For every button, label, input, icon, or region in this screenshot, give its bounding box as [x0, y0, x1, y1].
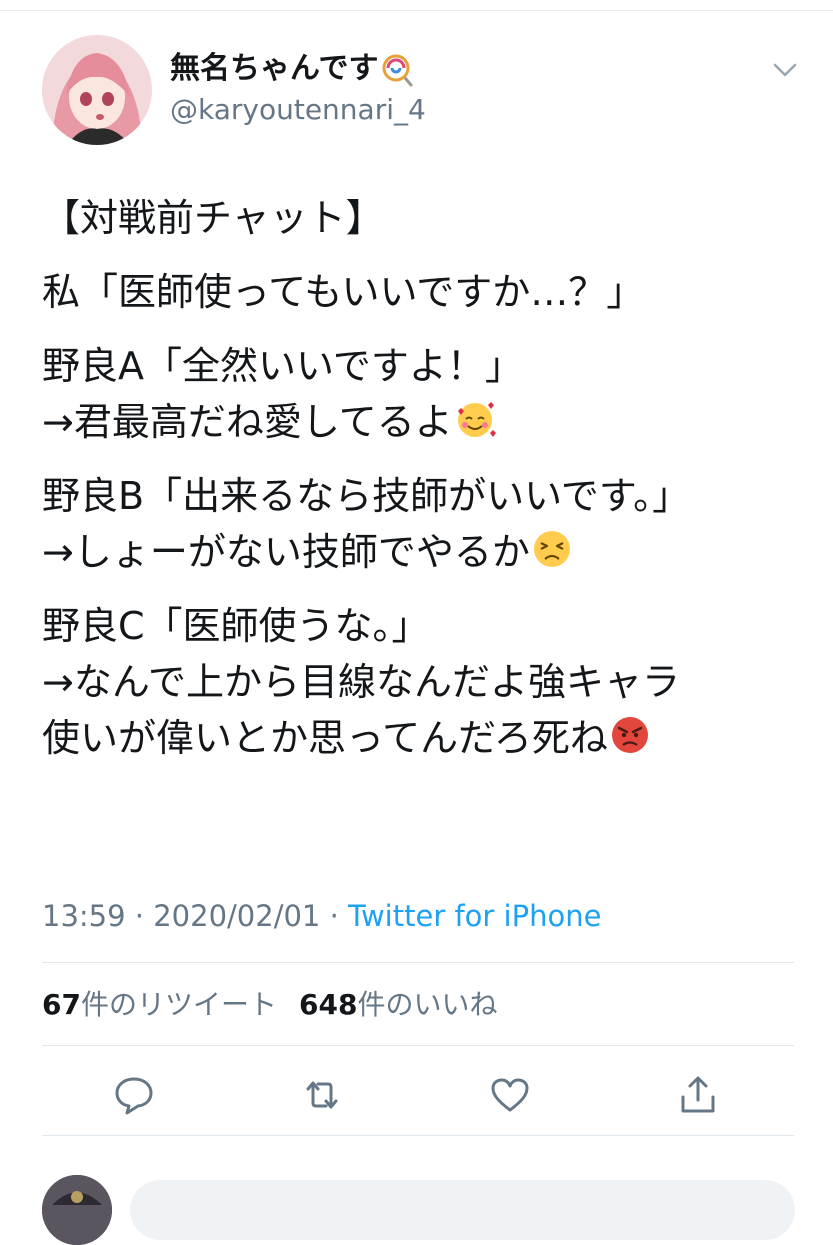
tweet-line: 私「医師使ってもいいですか…？」	[42, 270, 645, 314]
share-icon[interactable]	[676, 1073, 720, 1117]
tweet-paragraph: 野良B「出来るなら技師がいいです。」 →しょーがない技師でやるか	[42, 468, 822, 580]
avatar[interactable]	[42, 35, 152, 145]
tweet-line: 野良C「医師使うな。」	[42, 604, 430, 648]
divider	[42, 962, 794, 963]
tweet-line: 【対戦前チャット】	[42, 196, 384, 240]
persevering-face-emoji	[533, 531, 570, 567]
tweet-paragraph: 【対戦前チャット】	[42, 190, 822, 246]
tweet-source-link[interactable]: Twitter for iPhone	[348, 899, 601, 933]
display-name-text: 無名ちゃんです	[170, 51, 379, 86]
meta-separator: ·	[320, 899, 349, 933]
reply-input[interactable]	[130, 1180, 795, 1240]
tweet-text: 【対戦前チャット】 私「医師使ってもいいですか…？」 野良A「全然いいですよ！」…	[42, 190, 822, 784]
retweet-stat[interactable]: 67件のリツイート	[42, 988, 277, 1021]
retweet-icon[interactable]	[300, 1073, 344, 1117]
meta-separator: ·	[125, 899, 154, 933]
user-handle[interactable]: @karyoutennari_4	[170, 92, 426, 128]
tweet-line: →君最高だね愛してるよ	[42, 400, 453, 444]
tweet-paragraph: 野良C「医師使うな。」 →なんで上から目線なんだよ強キャラ 使いが偉いとか思って…	[42, 598, 822, 766]
like-stat[interactable]: 648件のいいね	[299, 988, 497, 1021]
tweet-line: 野良A「全然いいですよ！」	[42, 344, 523, 388]
display-name[interactable]: 無名ちゃんです	[170, 50, 415, 88]
tweet-paragraph: 野良A「全然いいですよ！」 →君最高だね愛してるよ	[42, 338, 822, 450]
lollipop-icon	[382, 54, 412, 86]
tweet-date: 2020/02/01	[153, 899, 321, 933]
tweet-paragraph: 私「医師使ってもいいですか…？」	[42, 264, 822, 320]
tweet-line: 野良B「出来るなら技師がいいです。」	[42, 474, 691, 518]
tweet-time: 13:59	[42, 899, 126, 933]
tweet-line: 使いが偉いとか思ってんだろ死ね	[42, 716, 608, 760]
tweet-meta: 13:59 · 2020/02/01 · Twitter for iPhone	[42, 896, 601, 936]
tweet-line-with-emoji: 使いが偉いとか思ってんだろ死ね	[42, 710, 822, 766]
tweet-stats: 67件のリツイート 648件のいいね	[42, 985, 497, 1025]
top-divider	[0, 10, 833, 11]
angry-face-emoji	[611, 717, 648, 753]
tweet-line-with-emoji: →君最高だね愛してるよ	[42, 394, 822, 450]
chevron-down-icon[interactable]	[768, 55, 802, 85]
retweet-label: 件のリツイート	[80, 988, 277, 1021]
like-label: 件のいいね	[357, 988, 498, 1021]
like-icon[interactable]	[488, 1073, 532, 1117]
tweet-line: →なんで上から目線なんだよ強キャラ	[42, 660, 680, 704]
tweet-line-with-emoji: →しょーがない技師でやるか	[42, 524, 822, 580]
divider	[42, 1135, 794, 1136]
divider	[42, 1045, 794, 1046]
retweet-count: 67	[42, 988, 81, 1021]
reply-avatar	[42, 1175, 112, 1245]
like-count: 648	[298, 988, 358, 1021]
tweet-line: →しょーがない技師でやるか	[42, 530, 530, 574]
reply-icon[interactable]	[112, 1073, 156, 1117]
smiling-face-with-hearts-emoji	[457, 402, 496, 437]
